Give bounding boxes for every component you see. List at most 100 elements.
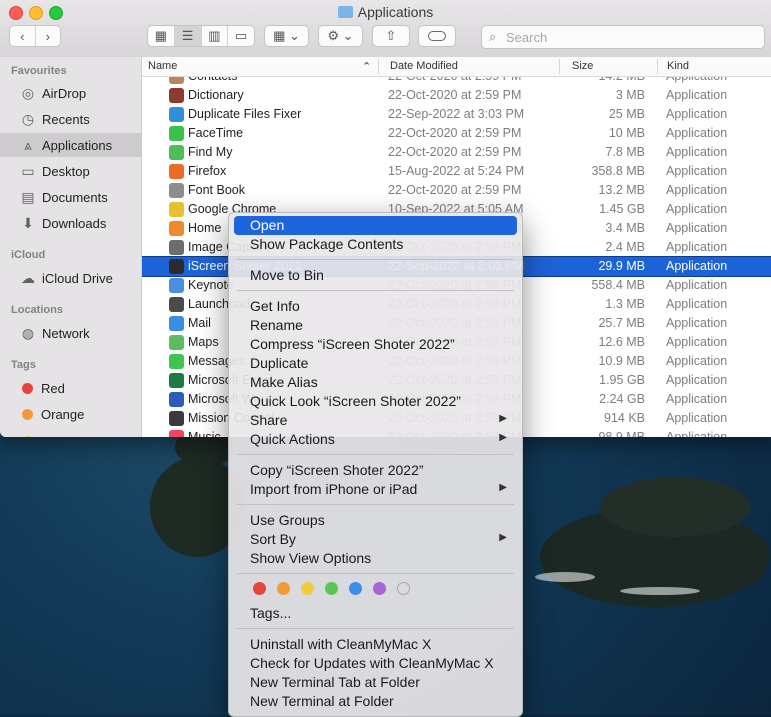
grid-icon: ▦ <box>154 28 168 43</box>
menu-item-label: Uninstall with CleanMyMac X <box>250 636 432 652</box>
file-size: 10.9 MB <box>598 354 645 368</box>
menu-item-label: Show View Options <box>250 550 372 566</box>
menu-item[interactable]: Compress “iScreen Shoter 2022” <box>234 335 517 354</box>
kind-column-header[interactable]: Kind <box>667 60 689 72</box>
tag-color-dot[interactable] <box>373 582 386 595</box>
menu-item[interactable]: Use Groups <box>234 511 517 530</box>
back-button[interactable]: ‹ <box>10 26 36 46</box>
menu-item[interactable]: Get Info <box>234 297 517 316</box>
list-view-button[interactable]: ☰ <box>174 26 202 46</box>
group-button[interactable]: ▦ ⌄ <box>264 25 309 47</box>
sidebar-item-label: AirDrop <box>42 85 87 101</box>
menu-item[interactable]: Make Alias <box>234 373 517 392</box>
menu-item[interactable]: Share ▶ <box>234 411 517 430</box>
table-row[interactable]: Firefox 15-Aug-2022 at 5:24 PM 358.8 MB App… <box>142 162 771 181</box>
file-size: 12.6 MB <box>598 335 645 349</box>
file-kind: Application <box>666 373 728 387</box>
sidebar-item-airdrop[interactable]: ◎ AirDrop <box>0 81 141 105</box>
action-button[interactable]: ⚙ ⌄ <box>318 25 363 47</box>
sidebar-item-tag-orange[interactable]: Orange <box>0 402 141 426</box>
sidebar-item-tag-red[interactable]: Red <box>0 376 141 400</box>
tag-color-dot[interactable] <box>325 582 338 595</box>
name-column-header[interactable]: Name <box>148 60 177 72</box>
column-divider[interactable] <box>657 59 658 74</box>
date-modified: 22-Oct-2020 at 2:59 PM <box>388 183 522 197</box>
menu-item[interactable]: Uninstall with CleanMyMac X <box>234 635 517 654</box>
sidebar-item-desktop[interactable]: ▭ Desktop <box>0 159 141 183</box>
tag-color-dot[interactable] <box>301 582 314 595</box>
menu-item[interactable]: Show Package Contents <box>234 235 517 254</box>
column-divider[interactable] <box>559 59 560 74</box>
menu-item-label: Share <box>250 412 288 428</box>
tag-button[interactable] <box>418 25 456 47</box>
sidebar-item-downloads[interactable]: ⬇ Downloads <box>0 211 141 235</box>
menu-item[interactable]: Rename <box>234 316 517 335</box>
menu-item[interactable]: Show View Options <box>234 549 517 568</box>
file-kind: Application <box>666 77 727 83</box>
file-kind: Application <box>666 430 728 437</box>
menu-item-label: Use Groups <box>250 512 325 528</box>
menu-item[interactable]: Check for Updates with CleanMyMac X <box>234 654 517 673</box>
file-size: 25 MB <box>608 107 645 121</box>
menu-item[interactable]: New Terminal at Folder <box>234 692 517 711</box>
menu-item[interactable]: Tags... <box>234 604 517 623</box>
list-icon: ☰ <box>181 28 194 43</box>
app-icon <box>169 183 184 198</box>
app-icon <box>169 430 184 437</box>
sidebar-item-label: Red <box>41 380 65 396</box>
menu-item[interactable]: Copy “iScreen Shoter 2022” <box>234 461 517 480</box>
sidebar-item-network[interactable]: ◍ Network <box>0 321 141 345</box>
sidebar-item-tag-yellow[interactable] <box>0 429 141 437</box>
tag-color-dot[interactable] <box>397 582 410 595</box>
toolbar: Applications ‹ › ▦ ☰ ▥ ▭ ▦ ⌄ ⚙ ⌄ ⇧ ⌕ Sea… <box>0 0 771 58</box>
search-field[interactable]: ⌕ Search <box>481 25 765 49</box>
menu-item[interactable]: Quick Look “iScreen Shoter 2022” <box>234 392 517 411</box>
table-row[interactable]: Contacts 22-Oct-2020 at 2:59 PM 14.2 MB App… <box>142 77 771 86</box>
table-row[interactable]: Font Book 22-Oct-2020 at 2:59 PM 13.2 MB Ap… <box>142 181 771 200</box>
file-kind: Application <box>666 411 728 425</box>
menu-item[interactable]: Duplicate <box>234 354 517 373</box>
column-view-button[interactable]: ▥ <box>202 26 229 46</box>
menu-item-label: Tags... <box>250 605 292 621</box>
tag-color-dot[interactable] <box>253 582 266 595</box>
menu-item[interactable]: Move to Bin <box>234 266 517 285</box>
share-button[interactable]: ⇧ <box>372 25 410 47</box>
file-name: Mail <box>188 316 211 330</box>
file-size: 558.4 MB <box>591 278 645 292</box>
column-divider[interactable] <box>378 59 379 74</box>
size-column-header[interactable]: Size <box>572 60 593 72</box>
menu-item-label: Compress “iScreen Shoter 2022” <box>250 336 455 352</box>
table-row[interactable]: Duplicate Files Fixer 22-Sep-2022 at 3:03… <box>142 105 771 124</box>
menu-item[interactable]: Sort By ▶ <box>234 530 517 549</box>
file-size: 14.2 MB <box>598 77 645 83</box>
tag-color-dot[interactable] <box>277 582 290 595</box>
menu-separator <box>237 628 514 629</box>
app-icon <box>169 88 184 103</box>
file-name: Duplicate Files Fixer <box>188 107 302 121</box>
file-size: 2.24 GB <box>599 392 645 406</box>
table-row[interactable]: FaceTime 22-Oct-2020 at 2:59 PM 10 MB Appli… <box>142 124 771 143</box>
sidebar-item-icloud-drive[interactable]: ☁ iCloud Drive <box>0 266 141 290</box>
date-column-header[interactable]: Date Modified <box>390 60 458 72</box>
icon-view-button[interactable]: ▦ <box>148 26 175 46</box>
menu-item[interactable]: New Terminal Tab at Folder <box>234 673 517 692</box>
menu-item[interactable]: Open <box>234 216 517 235</box>
forward-button[interactable]: › <box>36 26 61 46</box>
table-row[interactable]: Find My 22-Oct-2020 at 2:59 PM 7.8 MB Appli… <box>142 143 771 162</box>
sidebar-item-label: Applications <box>42 137 113 153</box>
sidebar-item-recents[interactable]: ◷ Recents <box>0 107 141 131</box>
menu-item-label: Show Package Contents <box>250 236 404 252</box>
menu-item[interactable]: Import from iPhone or iPad ▶ <box>234 480 517 499</box>
sidebar-item-applications[interactable]: ⩓ Applications <box>0 133 141 157</box>
table-row[interactable]: Dictionary 22-Oct-2020 at 2:59 PM 3 MB Appl… <box>142 86 771 105</box>
download-icon: ⬇ <box>22 214 34 231</box>
menu-item[interactable]: Quick Actions ▶ <box>234 430 517 449</box>
orange-tag-icon <box>22 408 33 420</box>
gallery-view-button[interactable]: ▭ <box>228 26 254 46</box>
sidebar-item-documents[interactable]: ▤ Documents <box>0 185 141 209</box>
tag-color-dot[interactable] <box>349 582 362 595</box>
menu-item-label: Rename <box>250 317 303 333</box>
file-size: 13.2 MB <box>598 183 645 197</box>
columns-icon: ▥ <box>208 28 221 43</box>
context-menu: Open Show Package Contents Move to Bin Get … <box>228 212 523 717</box>
